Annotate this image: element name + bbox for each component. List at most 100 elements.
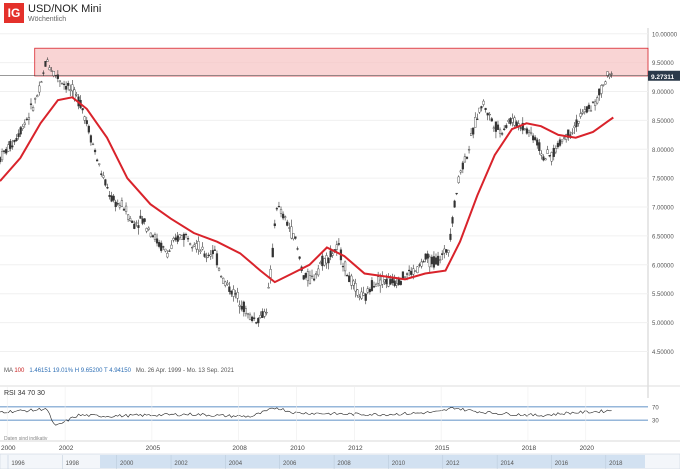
- y-tick-label: 7.50000: [652, 177, 674, 183]
- candle-body: [527, 130, 531, 133]
- candle-body: [149, 232, 152, 237]
- candle-body: [211, 250, 214, 255]
- y-tick-label: 6.00000: [652, 263, 674, 269]
- candle-body: [420, 261, 423, 267]
- candle-body: [560, 139, 564, 143]
- candle-body: [494, 121, 498, 132]
- navigator-label: 2000: [120, 461, 134, 467]
- candle-body: [5, 148, 8, 154]
- candle-body: [172, 238, 175, 241]
- rsi-panel: 70 30: [0, 385, 680, 426]
- candle-body: [193, 244, 196, 247]
- candle-body: [145, 228, 148, 232]
- candle-body: [467, 149, 471, 151]
- candle-body: [364, 293, 367, 301]
- candle-body: [569, 134, 572, 136]
- navigator-label: 1998: [66, 461, 80, 467]
- candle-body: [546, 149, 549, 154]
- navigator: 1996 1998 2000 2002 2004 2006 2008 2010 2012 2014…: [0, 453, 680, 469]
- candle-body: [325, 255, 328, 264]
- candle-body: [498, 129, 502, 134]
- candle-body: [40, 81, 43, 83]
- candle-body: [470, 133, 473, 136]
- candle-body: [162, 246, 165, 248]
- candle-body: [271, 247, 274, 258]
- candle-body: [306, 271, 309, 281]
- candle-body: [36, 95, 39, 98]
- candle-body: [312, 278, 316, 281]
- candle-body: [304, 273, 307, 278]
- candle-body: [118, 205, 121, 208]
- candle-body: [257, 317, 260, 324]
- candle-body: [250, 316, 254, 322]
- navigator-label: 2004: [229, 461, 243, 467]
- candle-body: [596, 97, 599, 104]
- ma-label: MA: [4, 368, 13, 374]
- footnote: Daten sind indikativ: [4, 436, 48, 442]
- candle-body: [124, 205, 128, 212]
- candle-body: [600, 85, 603, 94]
- price-chart[interactable]: 4.50000 5.00000 5.50000 6.00000 6.50000 7.000…: [0, 0, 680, 469]
- candle-body: [222, 277, 225, 284]
- candle-body: [556, 142, 560, 148]
- candle-body: [532, 135, 535, 141]
- rsi-label: RSI 34 70 30: [4, 390, 45, 397]
- y-tick-label: 10.00000: [652, 32, 678, 38]
- candle-body: [259, 315, 262, 318]
- candle-body: [83, 116, 86, 121]
- candle-body: [137, 225, 140, 228]
- x-tick-label: 2012: [348, 445, 363, 452]
- candle-body: [91, 143, 95, 146]
- candle-body: [255, 322, 258, 324]
- candle-body: [523, 128, 526, 130]
- rsi-line: [0, 406, 612, 426]
- candle-body: [430, 256, 433, 265]
- candle-body: [548, 155, 551, 157]
- candle-body: [478, 107, 481, 113]
- navigator-label: 2008: [337, 461, 351, 467]
- candle-body: [323, 258, 326, 266]
- candle-body: [509, 118, 512, 124]
- candle-body: [496, 124, 500, 130]
- candle-body: [346, 275, 349, 277]
- candle-body: [482, 100, 485, 105]
- resistance-zone: [34, 47, 649, 77]
- candle-body: [246, 313, 250, 315]
- candle-body: [441, 253, 444, 255]
- candle-body: [201, 246, 204, 250]
- candle-body: [184, 233, 188, 236]
- candle-body: [606, 71, 609, 76]
- candle-body: [571, 132, 574, 134]
- candle-body: [424, 253, 427, 260]
- candle-body: [219, 275, 223, 278]
- candle-body: [207, 254, 210, 257]
- candle-body: [317, 268, 320, 276]
- candle-body: [160, 242, 163, 251]
- candle-body: [155, 238, 159, 244]
- candle-body: [129, 218, 132, 222]
- candle-body: [11, 145, 14, 148]
- candle-body: [577, 121, 580, 124]
- candle-body: [310, 275, 314, 278]
- candle-body: [120, 200, 124, 207]
- y-tick-label: 6.50000: [652, 234, 674, 240]
- candle-body: [536, 139, 539, 146]
- candle-body: [240, 306, 243, 310]
- candle-body: [248, 314, 252, 321]
- candle-body: [62, 83, 66, 85]
- candle-body: [358, 296, 361, 298]
- candle-body: [486, 112, 489, 116]
- candle-body: [459, 170, 462, 173]
- candle-body: [377, 276, 380, 284]
- candle-body: [29, 103, 33, 105]
- candle-body: [519, 127, 522, 129]
- candle-body: [261, 311, 264, 318]
- y-tick-label: 9.00000: [652, 90, 674, 96]
- candle-body: [474, 117, 477, 128]
- candle-body: [143, 218, 146, 222]
- candle-body: [263, 311, 266, 317]
- candle-body: [176, 235, 179, 242]
- candle-body: [38, 85, 41, 93]
- candle-body: [73, 89, 76, 99]
- candle-body: [465, 156, 469, 159]
